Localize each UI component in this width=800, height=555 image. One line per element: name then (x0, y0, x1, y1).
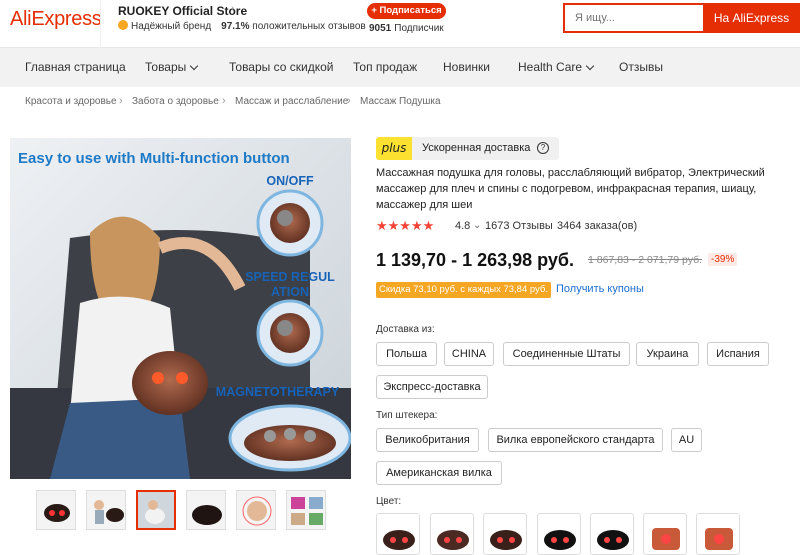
plus-text: Ускоренная доставка (422, 142, 531, 154)
search-box: На AliExpress (563, 3, 800, 33)
header: AliExpress RUOKEY Official Store › Надёж… (0, 0, 800, 48)
price: 1 139,70 - 1 263,98 руб. (376, 250, 575, 270)
divider (100, 0, 101, 48)
rating-value[interactable]: 4.8 (455, 220, 470, 232)
thumbnail[interactable] (186, 490, 226, 530)
thumbnail[interactable] (86, 490, 126, 530)
ship-from-option[interactable]: Экспресс-доставка (376, 375, 488, 399)
breadcrumb-separator: › (119, 95, 123, 107)
subscribers-label: Подписчик (394, 23, 444, 34)
gallery-label: ON/OFF (266, 174, 314, 188)
plug-type-option[interactable]: AU (671, 428, 702, 452)
nav-item-home[interactable]: Главная страница (25, 60, 126, 74)
chevron-down-icon[interactable]: ⌄ (473, 220, 481, 231)
breadcrumb-item[interactable]: Массаж и расслабление (235, 96, 348, 107)
nav-item-new[interactable]: Новинки (443, 60, 490, 74)
positive-label: положительных отзывов (252, 21, 366, 32)
ship-from-option[interactable]: Соединенные Штаты (503, 342, 630, 366)
color-swatch[interactable] (430, 513, 474, 555)
chevron-right-icon[interactable]: › (231, 3, 234, 14)
nav-item-sale[interactable]: Товары со скидкой (229, 60, 333, 74)
nav-item-top-sellers[interactable]: Топ продаж (353, 60, 417, 74)
get-coupons-link[interactable]: Получить купоны (556, 283, 644, 295)
chevron-down-icon (190, 61, 199, 71)
color-swatch[interactable] (537, 513, 581, 555)
trusted-label: Надёжный бренд (131, 21, 212, 32)
plus-delivery-banner[interactable]: plus Ускоренная доставка ? (376, 137, 559, 160)
nav-item-health-care[interactable]: Health Care (518, 60, 595, 74)
plug-type-option[interactable]: Американская вилка (376, 461, 502, 485)
store-nav: Главная страница Товары Товары со скидко… (0, 48, 800, 87)
gallery-label: MAGNETOTHERAPY (215, 385, 340, 399)
help-icon[interactable]: ? (537, 142, 549, 154)
star-rating-icon: ★★★★★ (376, 218, 435, 233)
ship-from-label: Доставка из: (376, 324, 435, 335)
color-swatch[interactable] (643, 513, 687, 555)
discount-badge: -39% (708, 253, 738, 266)
old-price: 1 867,83 - 2 071,79 руб. (588, 254, 703, 266)
gallery-headline: Easy to use with Multi-function button (18, 150, 290, 167)
nav-item-reviews[interactable]: Отзывы (619, 60, 663, 74)
plug-type-option[interactable]: Великобритания (376, 428, 479, 452)
plug-type-label: Тип штекера: (376, 410, 438, 421)
ship-from-option[interactable]: CHINA (444, 342, 494, 366)
thumbnail[interactable] (136, 490, 176, 530)
product-photo (10, 138, 351, 479)
color-label: Цвет: (376, 496, 402, 507)
subscribers-count: 9051 (369, 23, 392, 34)
ship-from-option[interactable]: Украина (636, 342, 699, 366)
orders-count: 3464 заказа(ов) (557, 220, 638, 232)
gallery-label: SPEED REGUL ATION (245, 270, 335, 299)
breadcrumb-separator: › (347, 95, 351, 107)
product-title: Массажная подушка для головы, расслабляю… (376, 167, 765, 211)
plug-type-option[interactable]: Вилка европейского стандарта (488, 428, 663, 452)
search-input[interactable] (565, 5, 703, 31)
positive-pct: 97.1% (221, 21, 250, 32)
ship-from-option[interactable]: Польша (376, 342, 437, 366)
nav-item-products[interactable]: Товары (145, 60, 199, 74)
ship-from-option[interactable]: Испания (707, 342, 769, 366)
thumbnail[interactable] (286, 490, 326, 530)
aliexpress-logo[interactable]: AliExpress (10, 8, 102, 31)
search-button[interactable]: На AliExpress (703, 3, 800, 33)
subscribers: 9051 Подписчик (369, 23, 444, 34)
plus-badge: plus (376, 137, 412, 160)
thumbnail[interactable] (36, 490, 76, 530)
store-meta: Надёжный бренд 97.1% положительных отзыво… (118, 20, 366, 32)
store-name[interactable]: RUOKEY Official Store (118, 4, 247, 18)
color-swatch[interactable] (483, 513, 527, 555)
breadcrumb-item[interactable]: Красота и здоровье (25, 96, 117, 107)
thumbnail[interactable] (236, 490, 276, 530)
reviews-count[interactable]: 1673 Отзывы (485, 220, 553, 232)
color-swatch[interactable] (696, 513, 740, 555)
trusted-badge-icon (118, 20, 128, 30)
chevron-down-icon (585, 61, 595, 71)
product-main-image[interactable]: Easy to use with Multi-function button O… (10, 138, 351, 479)
color-swatch[interactable] (590, 513, 634, 555)
breadcrumb-separator: › (222, 95, 226, 107)
coupon-badge: Скидка 73,10 руб. с каждых 73,84 руб. (376, 282, 551, 298)
breadcrumb-item[interactable]: Забота о здоровье (132, 96, 219, 107)
subscribe-button[interactable]: + Подписаться (367, 3, 446, 19)
color-swatch[interactable] (376, 513, 420, 555)
breadcrumb-item[interactable]: Массаж Подушка (360, 96, 441, 107)
